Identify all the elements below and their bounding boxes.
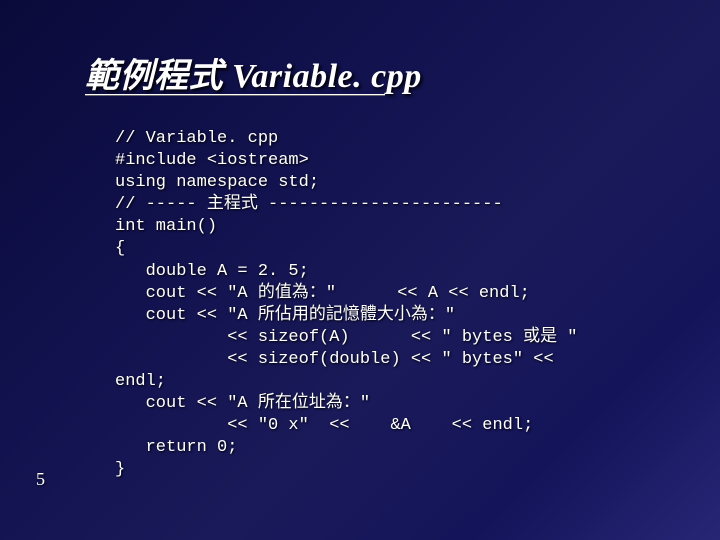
title-underline <box>85 94 385 95</box>
code-block: // Variable. cpp #include <iostream> usi… <box>115 128 577 482</box>
page-number: 5 <box>36 469 45 490</box>
slide: 範例程式 Variable. cpp // Variable. cpp #inc… <box>0 0 720 540</box>
slide-title: 範例程式 Variable. cpp <box>85 48 422 97</box>
